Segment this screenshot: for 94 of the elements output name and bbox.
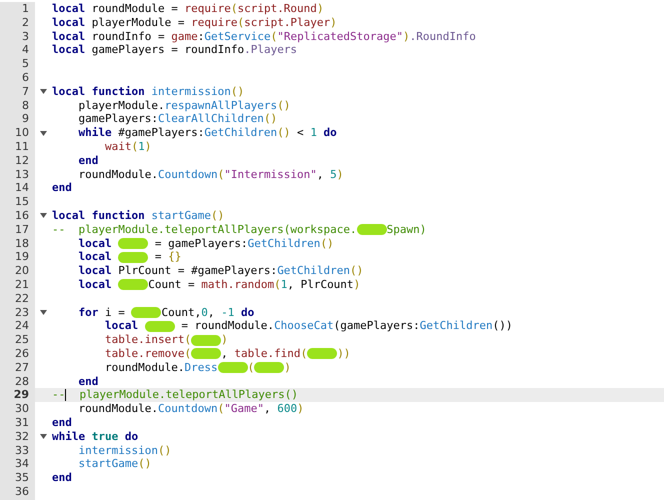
line-number: 19 <box>15 250 29 264</box>
code-text: gamePlayers:ClearAllChildren() <box>77 112 278 126</box>
code-text: local <box>104 319 140 334</box>
code-comment: -- playerModule.teleportAllPlayers(workspace. <box>52 222 357 237</box>
line-number: 21 <box>15 278 29 292</box>
code-text: = {} <box>154 250 182 264</box>
redaction-scribble <box>191 348 222 360</box>
code-text: local function startGame() <box>52 208 224 223</box>
code-text: while true do <box>52 430 138 444</box>
code-text: , table.find( <box>221 346 308 361</box>
code-text: local roundInfo = game:GetService("ReplicatedStorage").RoundInfo <box>52 30 476 44</box>
code-text: local playerModule = require(script.Player) <box>52 16 337 30</box>
line-number: 7 <box>22 84 29 99</box>
code-text: local roundModule = require(script.Round) <box>52 2 324 16</box>
code-text: roundModule.Countdown("Intermission", 5) <box>77 168 344 182</box>
line-number: 22 <box>15 292 29 306</box>
redaction-scribble <box>254 362 284 374</box>
line-number: 2 <box>22 16 29 30</box>
code-text: = gamePlayers:GetChildren() <box>154 236 334 250</box>
line-number: 4 <box>22 43 29 58</box>
code-text: local <box>77 236 113 250</box>
collapse-arrow-icon[interactable] <box>40 310 47 315</box>
line-number: 27 <box>15 360 29 375</box>
line-number: 15 <box>15 195 29 209</box>
line-number: 17 <box>15 222 29 237</box>
redaction-scribble <box>118 252 148 263</box>
line-number: 24 <box>15 319 29 334</box>
code-text: ) <box>221 333 228 347</box>
code-text: roundModule.Dress <box>104 360 218 375</box>
code-text: roundModule.Countdown("Game", 600) <box>77 402 304 416</box>
code-text: local <box>77 250 113 264</box>
code-text: startGame() <box>77 457 152 472</box>
code-text: end <box>52 471 72 485</box>
code-text: end <box>77 154 98 168</box>
line-number: 23 <box>15 306 29 320</box>
redaction-scribble <box>118 279 148 290</box>
line-number: 31 <box>15 416 29 430</box>
line-number: 33 <box>15 444 29 458</box>
code-text: end <box>77 374 98 388</box>
line-number: 28 <box>15 374 29 388</box>
code-text: local <box>77 278 113 292</box>
code-text: Count = math.random(1, PlrCount) <box>148 278 360 292</box>
line-number: 6 <box>22 70 29 85</box>
code-text: ( <box>248 360 254 375</box>
code-text: ) <box>284 360 291 375</box>
line-number: 1 <box>22 2 29 16</box>
line-number: 16 <box>15 208 29 223</box>
collapse-arrow-icon[interactable] <box>40 434 47 440</box>
code-text: intermission() <box>77 444 172 458</box>
line-number: 20 <box>15 264 29 278</box>
line-number: 13 <box>15 168 29 182</box>
code-text: local gamePlayers = roundInfo.Players <box>52 43 298 58</box>
redaction-scribble <box>131 306 162 318</box>
redaction-scribble <box>218 362 248 374</box>
line-number: 12 <box>15 154 29 168</box>
redaction-scribble <box>144 320 175 332</box>
line-number: 18 <box>15 236 29 250</box>
redaction-scribble <box>356 224 387 236</box>
collapse-arrow-icon[interactable] <box>40 89 47 94</box>
line-number: 25 <box>15 333 29 347</box>
code-text: Count,0, -1 do <box>161 306 254 320</box>
line-number: 34 <box>15 457 29 472</box>
line-number: 26 <box>15 346 29 361</box>
collapse-arrow-icon[interactable] <box>40 130 47 136</box>
code-text: end <box>52 181 72 196</box>
line-number: 8 <box>22 98 29 112</box>
line-number: 30 <box>15 402 29 416</box>
code-text: for i = <box>77 306 126 320</box>
code-text: while #gamePlayers:GetChildren() < 1 do <box>77 126 337 140</box>
redaction-scribble <box>118 238 148 249</box>
line-number: 3 <box>22 30 29 44</box>
code-text: playerModule.respawnAllPlayers() <box>77 98 290 112</box>
redaction-scribble <box>307 348 338 360</box>
collapse-arrow-icon[interactable] <box>40 213 47 218</box>
line-number: 9 <box>22 112 29 126</box>
code-comment: -- playerModule.teleportAllPlayers() <box>52 388 298 402</box>
code-text: )) <box>337 346 350 361</box>
code-text: table.insert( <box>104 333 192 347</box>
code-text: local function intermission() <box>52 84 244 99</box>
code-text: table.remove( <box>104 346 192 361</box>
code-text: local PlrCount = #gamePlayers:GetChildren() <box>77 264 364 278</box>
line-number: 14 <box>15 181 29 196</box>
line-number: 35 <box>15 471 29 485</box>
code-text: end <box>52 416 72 430</box>
line-number: 5 <box>22 57 29 71</box>
code-comment: Spawn) <box>386 222 426 237</box>
code-text: wait(1) <box>104 140 152 154</box>
code-text: = roundModule.ChooseCat(gamePlayers:GetChildren()) <box>180 319 512 334</box>
line-number: 10 <box>15 126 29 140</box>
redaction-scribble <box>191 334 222 346</box>
line-number: 29 <box>14 388 29 402</box>
line-number: 11 <box>15 140 29 154</box>
line-number: 36 <box>15 484 29 499</box>
line-number: 32 <box>15 430 29 444</box>
